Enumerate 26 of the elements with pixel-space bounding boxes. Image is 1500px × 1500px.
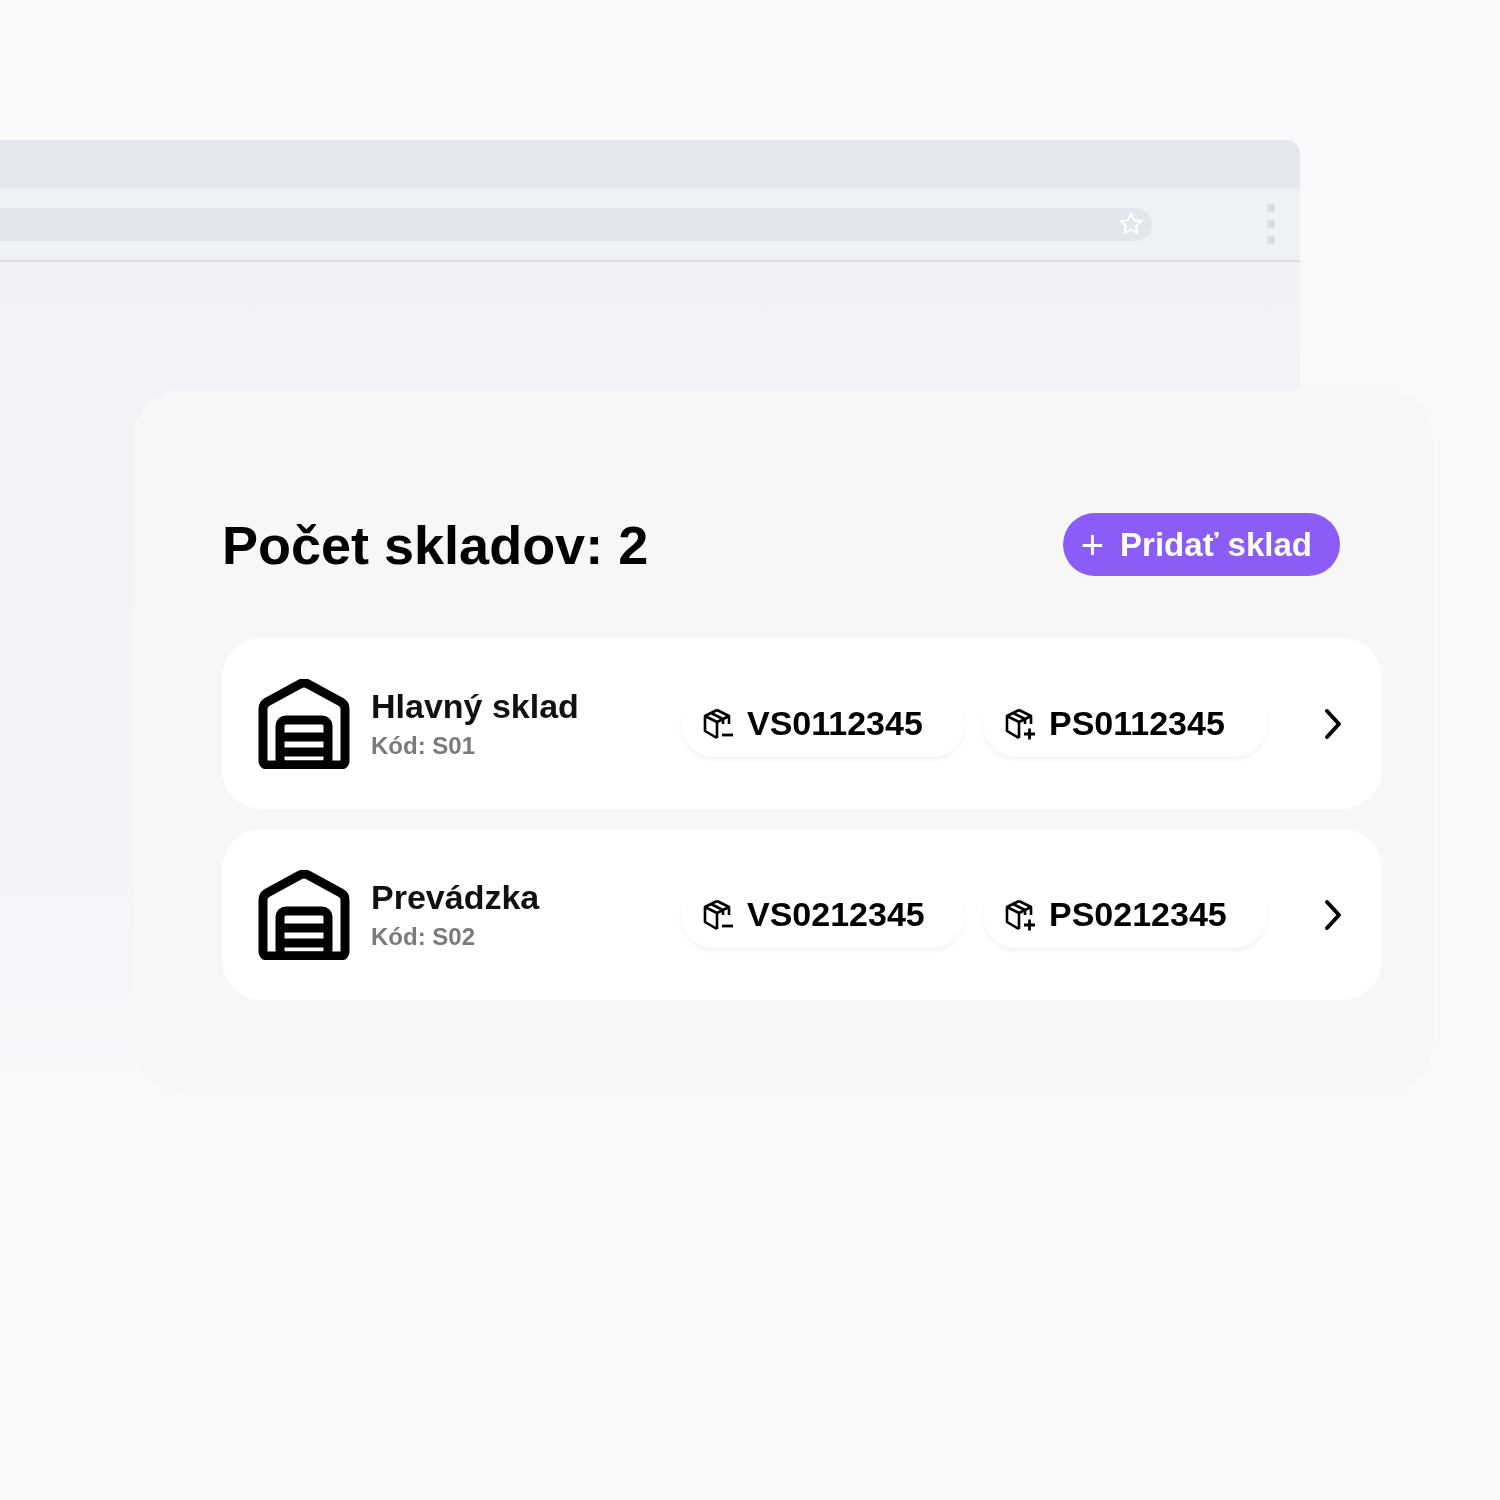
chevron-right-icon[interactable] <box>1322 898 1344 931</box>
chevron-right-icon[interactable] <box>1322 707 1344 740</box>
document-number: PS0212345 <box>1049 895 1227 934</box>
warehouse-name: Hlavný sklad <box>371 687 580 726</box>
warehouse-row[interactable]: Prevádzka Kód: S02 VS0212345 PS0212345 <box>222 829 1382 1000</box>
document-number: VS0212345 <box>747 895 925 934</box>
add-warehouse-button[interactable]: + Pridať sklad <box>1062 513 1340 576</box>
box-plus-icon <box>1003 706 1037 741</box>
warehouse-icon <box>257 869 351 960</box>
box-plus-icon <box>1003 897 1037 932</box>
warehouse-icon <box>257 678 351 769</box>
document-chip[interactable]: PS0212345 <box>983 881 1267 948</box>
box-minus-icon <box>701 706 735 741</box>
box-minus-icon <box>701 897 735 932</box>
warehouse-name: Prevádzka <box>371 878 541 917</box>
document-chip[interactable]: VS0112345 <box>681 690 965 757</box>
page-title: Počet skladov: 2 <box>222 513 649 576</box>
warehouse-code: Kód: S01 <box>371 732 476 760</box>
document-chip[interactable]: VS0212345 <box>681 881 965 948</box>
address-bar[interactable] <box>0 207 1152 241</box>
document-chip[interactable]: PS0112345 <box>983 690 1267 757</box>
star-icon[interactable] <box>1118 211 1144 237</box>
document-number: PS0112345 <box>1049 704 1225 743</box>
warehouse-row[interactable]: Hlavný sklad Kód: S01 VS0112345 PS0112345 <box>222 638 1382 809</box>
warehouse-code: Kód: S02 <box>371 923 476 951</box>
document-number: VS0112345 <box>747 704 923 743</box>
